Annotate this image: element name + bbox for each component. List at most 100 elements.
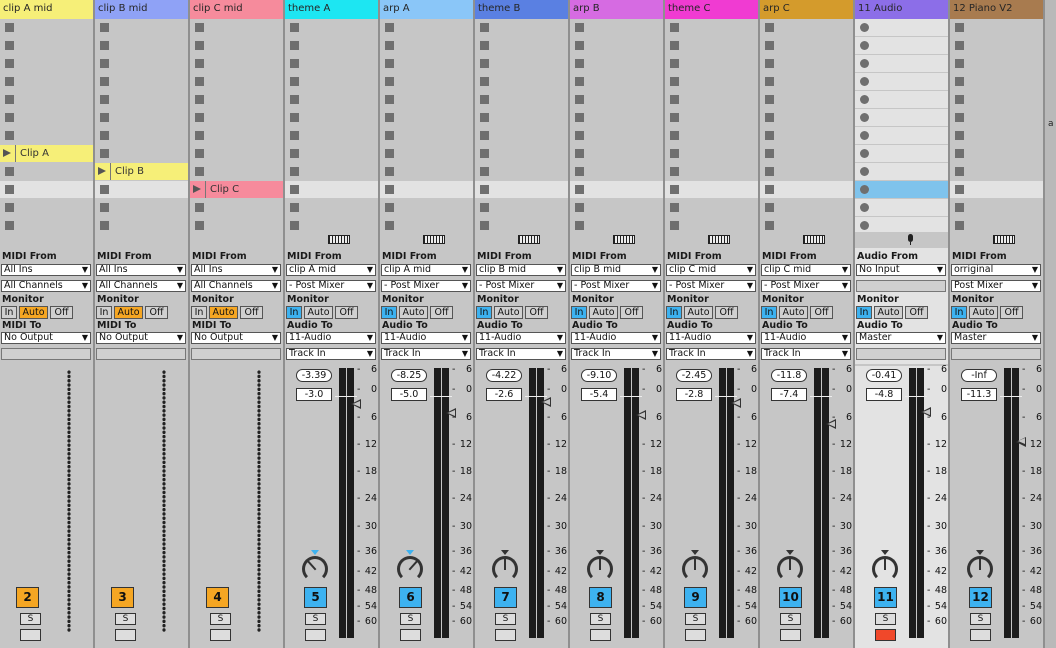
pan-knob[interactable] — [682, 556, 708, 582]
monitor-off-button[interactable]: Off — [715, 306, 738, 319]
stop-slot-icon[interactable] — [480, 167, 489, 176]
monitor-button[interactable] — [495, 629, 516, 641]
stop-slot-icon[interactable] — [195, 77, 204, 86]
clip-slot[interactable] — [570, 145, 663, 162]
solo-button[interactable]: S — [305, 613, 326, 625]
solo-button[interactable]: S — [590, 613, 611, 625]
monitor-in-button[interactable]: In — [381, 306, 397, 319]
clip-slot[interactable] — [950, 55, 1043, 72]
clip-slot[interactable] — [950, 91, 1043, 108]
clip-slot[interactable] — [380, 199, 473, 216]
output-dropdown[interactable]: 11-Audio — [666, 332, 756, 344]
record-slot-icon[interactable] — [860, 95, 869, 104]
record-slot-icon[interactable] — [860, 149, 869, 158]
solo-button[interactable]: S — [115, 613, 136, 625]
monitor-off-button[interactable]: Off — [525, 306, 548, 319]
clip-slot[interactable] — [760, 109, 853, 126]
stop-slot-icon[interactable] — [5, 41, 14, 50]
stop-slot-icon[interactable] — [195, 23, 204, 32]
track-activator-button[interactable]: 4 — [206, 587, 229, 608]
stop-slot-icon[interactable] — [575, 131, 584, 140]
stop-slot-icon[interactable] — [195, 167, 204, 176]
input-channel-dropdown[interactable]: All Channels — [191, 280, 281, 292]
stop-slot-icon[interactable] — [765, 221, 774, 230]
record-slot-icon[interactable] — [860, 131, 869, 140]
stop-slot-icon[interactable] — [670, 23, 679, 32]
stop-slot-icon[interactable] — [575, 77, 584, 86]
clip-slot[interactable] — [475, 199, 568, 216]
stop-slot-icon[interactable] — [765, 23, 774, 32]
stop-slot-icon[interactable] — [385, 113, 394, 122]
input-source-dropdown[interactable]: clip C mid — [761, 264, 851, 276]
stop-slot-icon[interactable] — [290, 23, 299, 32]
output-dropdown[interactable]: No Output — [96, 332, 186, 344]
clip-slot[interactable] — [760, 55, 853, 72]
clip-slot[interactable] — [285, 55, 378, 72]
stop-slot-icon[interactable] — [195, 113, 204, 122]
stop-slot-icon[interactable] — [385, 203, 394, 212]
clip-slot[interactable] — [475, 55, 568, 72]
clip-slot[interactable] — [665, 163, 758, 180]
clip-slot[interactable] — [760, 163, 853, 180]
monitor-auto-button[interactable]: Auto — [874, 306, 903, 319]
record-arm-button[interactable] — [875, 629, 896, 641]
stop-slot-icon[interactable] — [195, 131, 204, 140]
clip-slot[interactable] — [0, 109, 93, 126]
clip-slot[interactable] — [475, 73, 568, 90]
monitor-in-button[interactable]: In — [951, 306, 967, 319]
monitor-in-button[interactable]: In — [191, 306, 207, 319]
stop-slot-icon[interactable] — [955, 203, 964, 212]
stop-slot-icon[interactable] — [100, 23, 109, 32]
record-slot-icon[interactable] — [860, 59, 869, 68]
peak-level-display[interactable]: -0.41 — [866, 369, 902, 382]
monitor-off-button[interactable]: Off — [335, 306, 358, 319]
monitor-auto-button[interactable]: Auto — [19, 306, 48, 319]
monitor-off-button[interactable]: Off — [620, 306, 643, 319]
stop-slot-icon[interactable] — [575, 113, 584, 122]
stop-slot-icon[interactable] — [385, 23, 394, 32]
volume-field[interactable]: -7.4 — [771, 388, 807, 401]
solo-button[interactable]: S — [20, 613, 41, 625]
input-channel-dropdown[interactable]: - Post Mixer — [286, 280, 376, 292]
clip-play-icon[interactable] — [98, 167, 106, 175]
input-source-dropdown[interactable]: No Input — [856, 264, 946, 276]
track-header[interactable]: arp A — [380, 0, 473, 19]
track-header[interactable]: theme C — [665, 0, 758, 19]
clip-slot[interactable] — [760, 37, 853, 54]
clip-slot[interactable] — [475, 163, 568, 180]
clip-slot[interactable] — [855, 19, 948, 36]
clip[interactable]: Clip A — [0, 145, 93, 162]
output-dropdown[interactable]: 11-Audio — [286, 332, 376, 344]
clip-slot[interactable] — [760, 73, 853, 90]
output-dropdown[interactable]: 11-Audio — [476, 332, 566, 344]
pan-knob[interactable] — [777, 556, 803, 582]
clip-slot[interactable] — [285, 37, 378, 54]
monitor-button[interactable] — [970, 629, 991, 641]
stop-slot-icon[interactable] — [575, 203, 584, 212]
output-channel-dropdown[interactable]: Track In — [571, 348, 661, 360]
stop-slot-icon[interactable] — [765, 113, 774, 122]
monitor-button[interactable] — [400, 629, 421, 641]
track-header[interactable]: arp C — [760, 0, 853, 19]
stop-slot-icon[interactable] — [290, 41, 299, 50]
volume-fader-handle[interactable] — [826, 419, 836, 430]
stop-slot-icon[interactable] — [480, 149, 489, 158]
input-channel-dropdown[interactable]: Post Mixer — [951, 280, 1041, 292]
track-activator-button[interactable]: 3 — [111, 587, 134, 608]
stop-slot-icon[interactable] — [765, 77, 774, 86]
stop-slot-icon[interactable] — [100, 41, 109, 50]
stop-slot-icon[interactable] — [290, 185, 299, 194]
clip-slot[interactable] — [0, 199, 93, 216]
clip-slot[interactable] — [0, 181, 93, 198]
pan-knob[interactable] — [397, 556, 423, 582]
stop-slot-icon[interactable] — [100, 221, 109, 230]
stop-slot-icon[interactable] — [480, 77, 489, 86]
clip-slot[interactable] — [475, 91, 568, 108]
clip-slot[interactable] — [380, 73, 473, 90]
input-source-dropdown[interactable]: All Ins — [1, 264, 91, 276]
stop-slot-icon[interactable] — [385, 185, 394, 194]
stop-slot-icon[interactable] — [385, 95, 394, 104]
stop-slot-icon[interactable] — [480, 113, 489, 122]
clip-slot[interactable] — [760, 145, 853, 162]
clip-slot[interactable] — [95, 19, 188, 36]
